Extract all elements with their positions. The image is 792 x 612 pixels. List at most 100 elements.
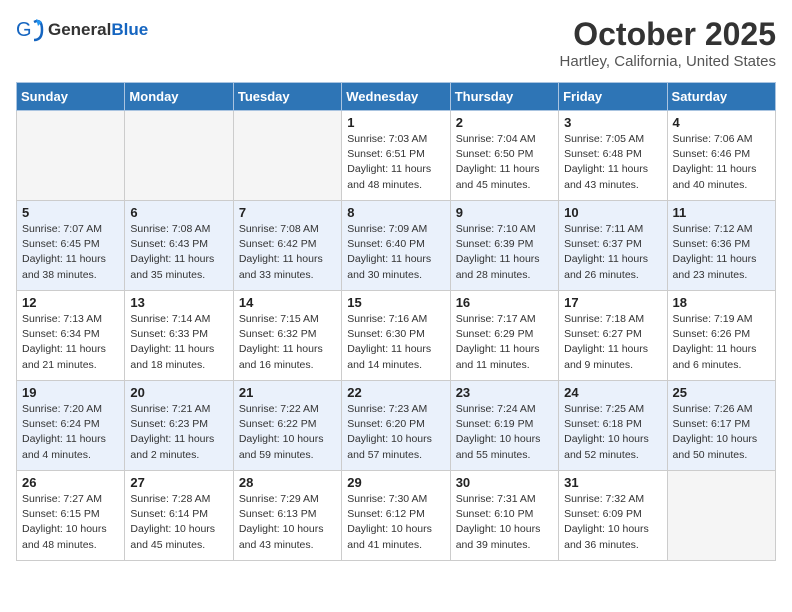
calendar-week-2: 5 Sunrise: 7:07 AM Sunset: 6:45 PM Daylig… bbox=[17, 201, 776, 291]
day-number: 4 bbox=[673, 115, 770, 130]
month-title: October 2025 bbox=[560, 16, 776, 53]
weekday-header-friday: Friday bbox=[559, 83, 667, 111]
calendar-cell: 20Sunrise: 7:21 AM Sunset: 6:23 PM Dayli… bbox=[125, 381, 233, 471]
calendar-cell: 7 Sunrise: 7:08 AM Sunset: 6:42 PM Daylig… bbox=[233, 201, 341, 291]
calendar-cell bbox=[125, 111, 233, 201]
calendar-cell: 25Sunrise: 7:26 AM Sunset: 6:17 PM Dayli… bbox=[667, 381, 775, 471]
calendar-cell: 2Sunrise: 7:04 AM Sunset: 6:50 PM Daylig… bbox=[450, 111, 558, 201]
calendar-cell: 1Sunrise: 7:03 AM Sunset: 6:51 PM Daylig… bbox=[342, 111, 450, 201]
day-number: 2 bbox=[456, 115, 553, 130]
day-number: 7 bbox=[239, 205, 336, 220]
day-info: Sunrise: 7:25 AM Sunset: 6:18 PM Dayligh… bbox=[564, 402, 661, 463]
calendar-week-1: 1Sunrise: 7:03 AM Sunset: 6:51 PM Daylig… bbox=[17, 111, 776, 201]
calendar-cell: 31Sunrise: 7:32 AM Sunset: 6:09 PM Dayli… bbox=[559, 471, 667, 561]
day-info: Sunrise: 7:18 AM Sunset: 6:27 PM Dayligh… bbox=[564, 312, 661, 373]
day-info: Sunrise: 7:24 AM Sunset: 6:19 PM Dayligh… bbox=[456, 402, 553, 463]
calendar-cell: 28 Sunrise: 7:29 AM Sunset: 6:13 PM Dayli… bbox=[233, 471, 341, 561]
calendar-cell: 11 Sunrise: 7:12 AM Sunset: 6:36 PM Dayli… bbox=[667, 201, 775, 291]
day-number: 29 bbox=[347, 475, 444, 490]
day-info: Sunrise: 7:31 AM Sunset: 6:10 PM Dayligh… bbox=[456, 492, 553, 553]
day-info: Sunrise: 7:15 AM Sunset: 6:32 PM Dayligh… bbox=[239, 312, 336, 373]
day-number: 11 bbox=[673, 205, 770, 220]
day-info: Sunrise: 7:08 AM Sunset: 6:42 PM Dayligh… bbox=[239, 222, 336, 283]
logo-general: General bbox=[48, 20, 111, 39]
day-number: 6 bbox=[130, 205, 227, 220]
day-info: Sunrise: 7:20 AM Sunset: 6:24 PM Dayligh… bbox=[22, 402, 119, 463]
calendar-cell: 14 Sunrise: 7:15 AM Sunset: 6:32 PM Dayli… bbox=[233, 291, 341, 381]
calendar-cell: 6 Sunrise: 7:08 AM Sunset: 6:43 PM Daylig… bbox=[125, 201, 233, 291]
location-title: Hartley, California, United States bbox=[560, 53, 776, 70]
calendar-cell: 3Sunrise: 7:05 AM Sunset: 6:48 PM Daylig… bbox=[559, 111, 667, 201]
day-info: Sunrise: 7:32 AM Sunset: 6:09 PM Dayligh… bbox=[564, 492, 661, 553]
day-info: Sunrise: 7:19 AM Sunset: 6:26 PM Dayligh… bbox=[673, 312, 770, 373]
weekday-header-thursday: Thursday bbox=[450, 83, 558, 111]
day-info: Sunrise: 7:05 AM Sunset: 6:48 PM Dayligh… bbox=[564, 132, 661, 193]
calendar-week-3: 12 Sunrise: 7:13 AM Sunset: 6:34 PM Dayli… bbox=[17, 291, 776, 381]
day-number: 1 bbox=[347, 115, 444, 130]
day-number: 26 bbox=[22, 475, 119, 490]
day-info: Sunrise: 7:23 AM Sunset: 6:20 PM Dayligh… bbox=[347, 402, 444, 463]
calendar-cell: 27 Sunrise: 7:28 AM Sunset: 6:14 PM Dayli… bbox=[125, 471, 233, 561]
day-info: Sunrise: 7:09 AM Sunset: 6:40 PM Dayligh… bbox=[347, 222, 444, 283]
calendar-cell: 8 Sunrise: 7:09 AM Sunset: 6:40 PM Daylig… bbox=[342, 201, 450, 291]
day-info: Sunrise: 7:08 AM Sunset: 6:43 PM Dayligh… bbox=[130, 222, 227, 283]
calendar-week-4: 19 Sunrise: 7:20 AM Sunset: 6:24 PM Dayli… bbox=[17, 381, 776, 471]
day-number: 30 bbox=[456, 475, 553, 490]
calendar-cell: 23Sunrise: 7:24 AM Sunset: 6:19 PM Dayli… bbox=[450, 381, 558, 471]
calendar-cell: 15 Sunrise: 7:16 AM Sunset: 6:30 PM Dayli… bbox=[342, 291, 450, 381]
day-number: 8 bbox=[347, 205, 444, 220]
logo-icon: G bbox=[16, 16, 44, 44]
calendar-table: SundayMondayTuesdayWednesdayThursdayFrid… bbox=[16, 82, 776, 561]
calendar-cell: 18 Sunrise: 7:19 AM Sunset: 6:26 PM Dayli… bbox=[667, 291, 775, 381]
logo-text: GeneralBlue bbox=[48, 20, 148, 40]
calendar-cell: 4 Sunrise: 7:06 AM Sunset: 6:46 PM Daylig… bbox=[667, 111, 775, 201]
svg-text:G: G bbox=[16, 19, 32, 41]
calendar-header-row: SundayMondayTuesdayWednesdayThursdayFrid… bbox=[17, 83, 776, 111]
day-info: Sunrise: 7:12 AM Sunset: 6:36 PM Dayligh… bbox=[673, 222, 770, 283]
day-number: 28 bbox=[239, 475, 336, 490]
day-info: Sunrise: 7:07 AM Sunset: 6:45 PM Dayligh… bbox=[22, 222, 119, 283]
day-number: 19 bbox=[22, 385, 119, 400]
calendar-cell: 29 Sunrise: 7:30 AM Sunset: 6:12 PM Dayli… bbox=[342, 471, 450, 561]
day-number: 15 bbox=[347, 295, 444, 310]
day-number: 12 bbox=[22, 295, 119, 310]
calendar-cell: 22Sunrise: 7:23 AM Sunset: 6:20 PM Dayli… bbox=[342, 381, 450, 471]
calendar-cell: 9Sunrise: 7:10 AM Sunset: 6:39 PM Daylig… bbox=[450, 201, 558, 291]
day-number: 16 bbox=[456, 295, 553, 310]
day-info: Sunrise: 7:27 AM Sunset: 6:15 PM Dayligh… bbox=[22, 492, 119, 553]
day-info: Sunrise: 7:30 AM Sunset: 6:12 PM Dayligh… bbox=[347, 492, 444, 553]
day-number: 5 bbox=[22, 205, 119, 220]
day-info: Sunrise: 7:13 AM Sunset: 6:34 PM Dayligh… bbox=[22, 312, 119, 373]
weekday-header-saturday: Saturday bbox=[667, 83, 775, 111]
day-number: 20 bbox=[130, 385, 227, 400]
day-info: Sunrise: 7:28 AM Sunset: 6:14 PM Dayligh… bbox=[130, 492, 227, 553]
calendar-cell: 21 Sunrise: 7:22 AM Sunset: 6:22 PM Dayli… bbox=[233, 381, 341, 471]
calendar-cell: 19 Sunrise: 7:20 AM Sunset: 6:24 PM Dayli… bbox=[17, 381, 125, 471]
day-number: 10 bbox=[564, 205, 661, 220]
weekday-header-wednesday: Wednesday bbox=[342, 83, 450, 111]
weekday-header-tuesday: Tuesday bbox=[233, 83, 341, 111]
page-header: G GeneralBlue October 2025 Hartley, Cali… bbox=[16, 16, 776, 70]
day-number: 18 bbox=[673, 295, 770, 310]
calendar-cell: 24 Sunrise: 7:25 AM Sunset: 6:18 PM Dayli… bbox=[559, 381, 667, 471]
calendar-cell: 30 Sunrise: 7:31 AM Sunset: 6:10 PM Dayli… bbox=[450, 471, 558, 561]
day-number: 24 bbox=[564, 385, 661, 400]
calendar-cell: 10 Sunrise: 7:11 AM Sunset: 6:37 PM Dayli… bbox=[559, 201, 667, 291]
day-info: Sunrise: 7:29 AM Sunset: 6:13 PM Dayligh… bbox=[239, 492, 336, 553]
day-number: 27 bbox=[130, 475, 227, 490]
title-block: October 2025 Hartley, California, United… bbox=[560, 16, 776, 70]
day-info: Sunrise: 7:16 AM Sunset: 6:30 PM Dayligh… bbox=[347, 312, 444, 373]
day-info: Sunrise: 7:17 AM Sunset: 6:29 PM Dayligh… bbox=[456, 312, 553, 373]
day-info: Sunrise: 7:11 AM Sunset: 6:37 PM Dayligh… bbox=[564, 222, 661, 283]
day-number: 21 bbox=[239, 385, 336, 400]
day-info: Sunrise: 7:06 AM Sunset: 6:46 PM Dayligh… bbox=[673, 132, 770, 193]
logo: G GeneralBlue bbox=[16, 16, 148, 44]
day-info: Sunrise: 7:14 AM Sunset: 6:33 PM Dayligh… bbox=[130, 312, 227, 373]
day-number: 14 bbox=[239, 295, 336, 310]
calendar-cell: 16 Sunrise: 7:17 AM Sunset: 6:29 PM Dayli… bbox=[450, 291, 558, 381]
weekday-header-sunday: Sunday bbox=[17, 83, 125, 111]
calendar-cell bbox=[667, 471, 775, 561]
logo-blue: Blue bbox=[111, 20, 148, 39]
calendar-cell: 12 Sunrise: 7:13 AM Sunset: 6:34 PM Dayli… bbox=[17, 291, 125, 381]
day-info: Sunrise: 7:22 AM Sunset: 6:22 PM Dayligh… bbox=[239, 402, 336, 463]
